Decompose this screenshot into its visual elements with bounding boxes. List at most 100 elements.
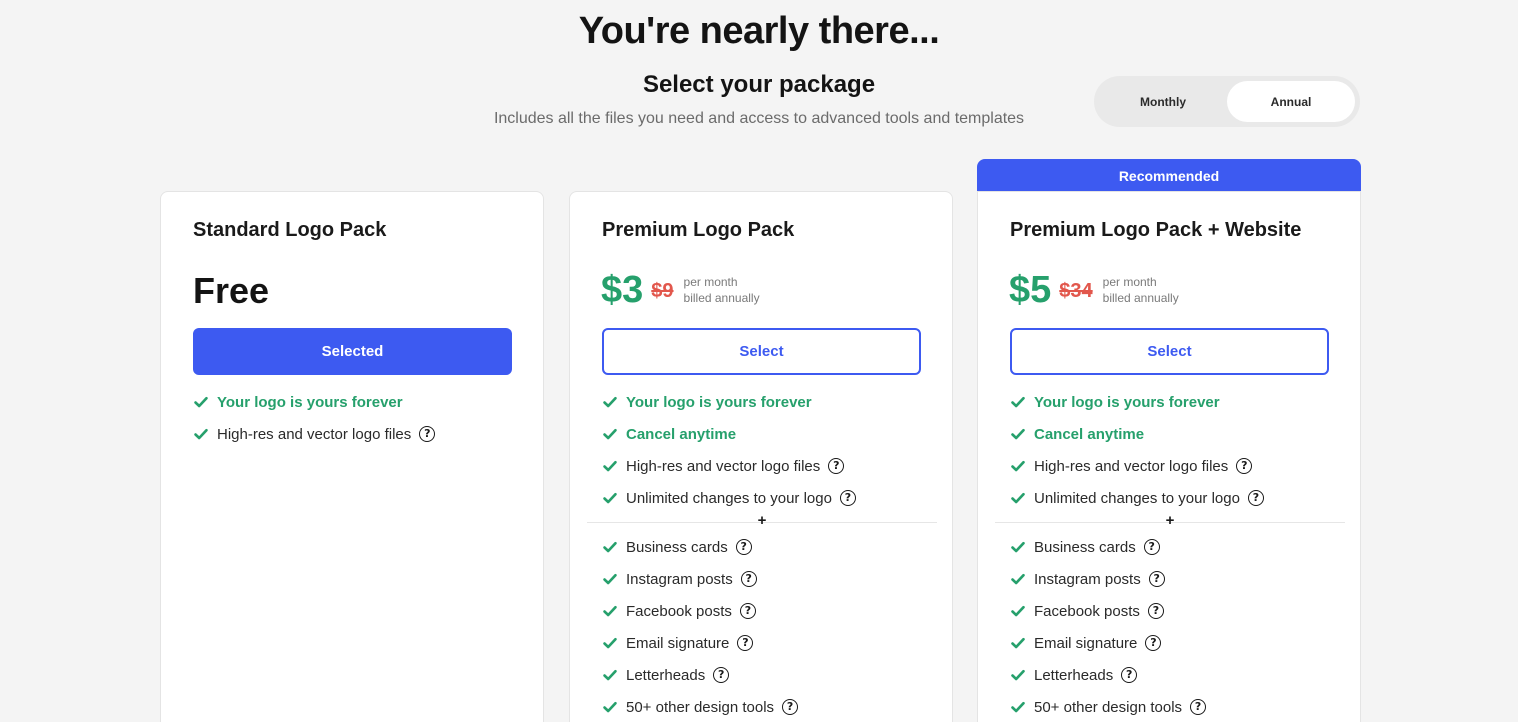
price-note-billing: billed annually <box>683 291 760 305</box>
help-circle-icon[interactable]: ? <box>1143 539 1160 555</box>
feature-item: Your logo is yours forever <box>602 386 932 418</box>
help-circle-icon[interactable]: ? <box>739 603 756 619</box>
toggle-annual[interactable]: Annual <box>1227 81 1355 122</box>
plan-price: $3 <box>601 268 644 311</box>
section-divider: + <box>995 512 1345 531</box>
check-icon <box>602 426 626 442</box>
feature-item: Instagram posts? <box>1010 563 1340 595</box>
feature-item: Business cards? <box>1010 531 1340 563</box>
feature-text: Business cards <box>626 538 728 556</box>
feature-text: Your logo is yours forever <box>626 393 812 411</box>
feature-text: Instagram posts <box>626 570 733 588</box>
feature-text: High-res and vector logo files <box>217 425 412 443</box>
feature-list: Your logo is yours forever High-res and v… <box>193 386 523 450</box>
plan-price: Free <box>193 270 270 311</box>
feature-text: Cancel anytime <box>1034 425 1145 443</box>
feature-item: Facebook posts? <box>602 595 932 627</box>
price-note: per month billed annually <box>1103 274 1179 306</box>
plan-name: Standard Logo Pack <box>193 219 387 241</box>
check-icon <box>1010 539 1034 555</box>
feature-text: Letterheads <box>1034 666 1114 684</box>
select-button[interactable]: Select <box>1010 328 1329 375</box>
check-icon <box>602 667 626 683</box>
select-button[interactable]: Select <box>602 328 921 375</box>
help-circle-icon[interactable]: ? <box>839 490 856 506</box>
check-icon <box>602 603 626 619</box>
help-circle-icon[interactable]: ? <box>419 426 436 442</box>
page-title: You're nearly there... <box>578 10 940 52</box>
feature-list: Your logo is yours forever Cancel anytime… <box>587 386 937 722</box>
help-circle-icon[interactable]: ? <box>1190 699 1207 715</box>
pricing-page: You're nearly there... Select your packa… <box>0 0 1518 722</box>
feature-text: Unlimited changes to your logo <box>1034 489 1240 507</box>
help-circle-icon[interactable]: ? <box>1148 571 1165 587</box>
check-icon <box>1010 394 1034 410</box>
help-circle-icon[interactable]: ? <box>735 539 752 555</box>
feature-text: Instagram posts <box>1034 570 1141 588</box>
check-icon <box>1010 490 1034 506</box>
plan-old-price: $9 <box>651 279 674 302</box>
price-note: per month billed annually <box>684 274 760 306</box>
feature-item: High-res and vector logo files? <box>602 450 932 482</box>
feature-list: Your logo is yours forever Cancel anytime… <box>995 386 1345 722</box>
help-circle-icon[interactable]: ? <box>782 699 799 715</box>
plan-price: $5 <box>1009 268 1052 311</box>
feature-text: Facebook posts <box>1034 602 1140 620</box>
check-icon <box>602 394 626 410</box>
feature-text: High-res and vector logo files <box>1034 457 1229 475</box>
help-circle-icon[interactable]: ? <box>1145 635 1162 651</box>
plan-old-price: $34 <box>1059 279 1093 302</box>
price-note-period: per month <box>1102 275 1157 289</box>
feature-item: Your logo is yours forever <box>193 386 523 418</box>
check-icon <box>602 539 626 555</box>
check-icon <box>1010 603 1034 619</box>
feature-item: Unlimited changes to your logo? <box>1010 482 1340 514</box>
recommended-badge: Recommended <box>977 159 1361 192</box>
help-circle-icon[interactable]: ? <box>1147 603 1164 619</box>
feature-item: 50+ other design tools? <box>1010 691 1340 722</box>
billing-period-toggle: Monthly Annual <box>1094 76 1360 127</box>
plan-name: Premium Logo Pack + Website <box>1010 219 1302 241</box>
plus-icon: + <box>1165 512 1175 529</box>
feature-item: Facebook posts? <box>1010 595 1340 627</box>
feature-text: Email signature <box>1034 634 1138 652</box>
plan-card-premium-website: Premium Logo Pack + Website $5 $34 per m… <box>977 191 1361 722</box>
plan-card-standard: Standard Logo Pack Free Selected Your lo… <box>160 191 544 722</box>
price-note-period: per month <box>683 275 738 289</box>
help-circle-icon[interactable]: ? <box>737 635 754 651</box>
feature-text: Business cards <box>1034 538 1136 556</box>
price-row: $5 $34 per month billed annually <box>1009 268 1179 312</box>
feature-text: Letterheads <box>626 666 706 684</box>
check-icon <box>602 458 626 474</box>
help-circle-icon[interactable]: ? <box>828 458 845 474</box>
plan-card-premium: Premium Logo Pack $3 $9 per month billed… <box>569 191 953 722</box>
check-icon <box>1010 571 1034 587</box>
feature-item: High-res and vector logo files? <box>193 418 523 450</box>
check-icon <box>602 635 626 651</box>
feature-item: Cancel anytime <box>1010 418 1340 450</box>
feature-text: Cancel anytime <box>626 425 737 443</box>
help-circle-icon[interactable]: ? <box>1121 667 1138 683</box>
feature-item: Instagram posts? <box>602 563 932 595</box>
help-circle-icon[interactable]: ? <box>713 667 730 683</box>
help-circle-icon[interactable]: ? <box>1236 458 1253 474</box>
feature-text: Facebook posts <box>626 602 732 620</box>
help-circle-icon[interactable]: ? <box>740 571 757 587</box>
feature-text: Your logo is yours forever <box>1034 393 1220 411</box>
plus-icon: + <box>757 512 767 529</box>
check-icon <box>193 394 217 410</box>
feature-item: High-res and vector logo files? <box>1010 450 1340 482</box>
feature-item: Business cards? <box>602 531 932 563</box>
feature-item: Your logo is yours forever <box>1010 386 1340 418</box>
help-circle-icon[interactable]: ? <box>1247 490 1264 506</box>
check-icon <box>193 426 217 442</box>
feature-item: Letterheads? <box>602 659 932 691</box>
selected-button[interactable]: Selected <box>193 328 512 375</box>
price-note-billing: billed annually <box>1102 291 1179 305</box>
feature-item: Unlimited changes to your logo? <box>602 482 932 514</box>
check-icon <box>1010 667 1034 683</box>
toggle-monthly[interactable]: Monthly <box>1099 81 1227 122</box>
plan-name: Premium Logo Pack <box>602 219 795 241</box>
check-icon <box>1010 426 1034 442</box>
check-icon <box>602 699 626 715</box>
